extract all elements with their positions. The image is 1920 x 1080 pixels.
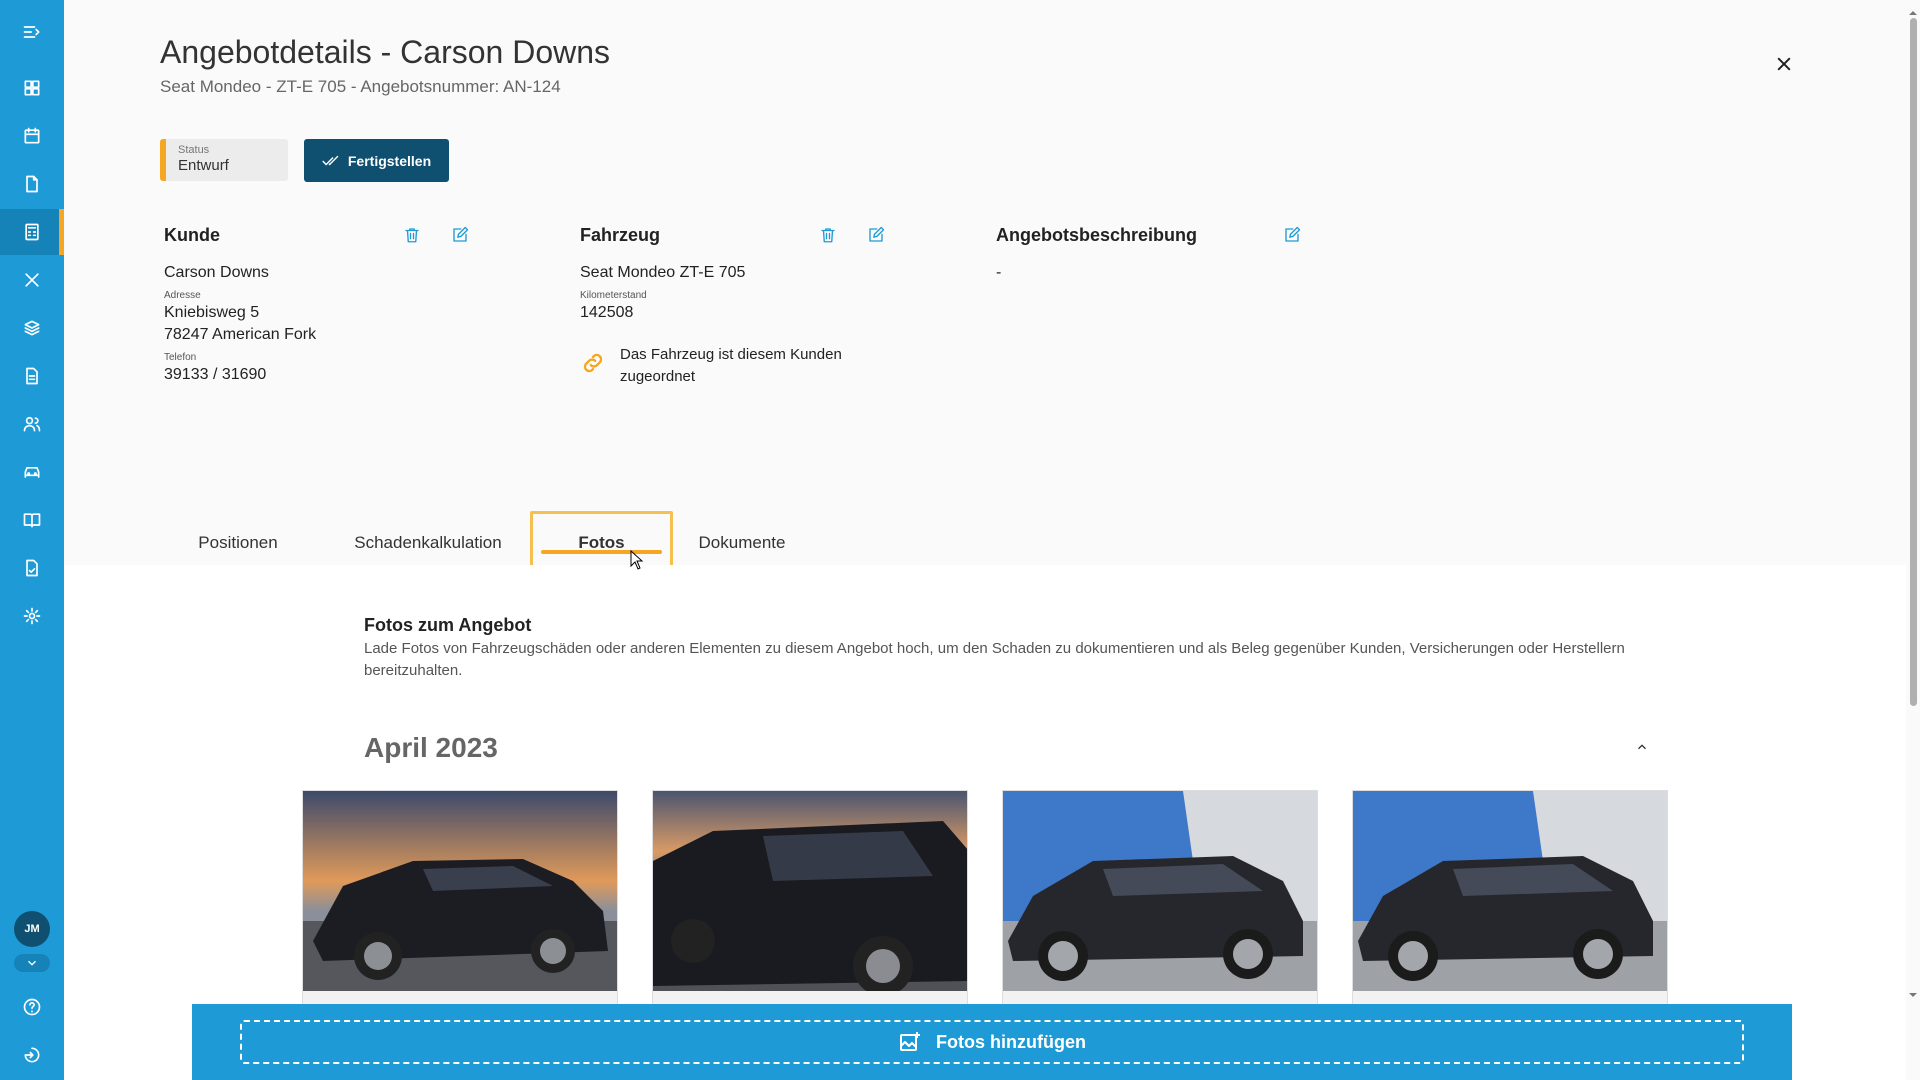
car-icon xyxy=(24,467,40,478)
photo-thumbnail[interactable] xyxy=(1002,790,1318,1010)
photos-panel: Fotos zum Angebot Lade Fotos von Fahrzeu… xyxy=(64,565,1914,1080)
user-menu-toggle[interactable] xyxy=(14,954,50,972)
sidebar-item-customers[interactable] xyxy=(0,401,64,447)
vehicle-title: Fahrzeug xyxy=(580,224,661,245)
add-image-icon xyxy=(900,1032,921,1051)
vehicle-link-note: Das Fahrzeug ist diesem Kunden zugeordne… xyxy=(580,344,900,388)
edit-icon xyxy=(869,226,885,242)
customer-card: Kunde Carson Downs Adresse Kniebisweg 5 … xyxy=(164,222,484,386)
sidebar: JM xyxy=(0,0,64,1080)
add-photos-bar: Fotos hinzufügen xyxy=(192,1004,1792,1080)
sidebar-item-calendar[interactable] xyxy=(0,113,64,159)
sidebar-toggle-icon[interactable] xyxy=(0,9,64,55)
help-icon xyxy=(23,998,41,1016)
users-icon xyxy=(23,416,41,432)
car-photo-image xyxy=(1003,791,1317,991)
vehicle-mileage: 142508 xyxy=(580,304,634,321)
photos-section-title: Fotos zum Angebot xyxy=(364,615,532,635)
trash-icon xyxy=(821,228,835,243)
photo-thumbnail[interactable] xyxy=(1352,790,1668,1010)
gear-icon xyxy=(23,607,41,625)
mileage-label: Kilometerstand xyxy=(580,290,647,301)
edit-icon xyxy=(1285,226,1301,242)
close-button[interactable] xyxy=(1770,50,1798,78)
scroll-down-arrow[interactable] xyxy=(1909,986,1917,997)
photos-section-description: Lade Fotos von Fahrzeugschäden oder ande… xyxy=(364,640,1625,679)
book-icon xyxy=(23,513,41,528)
car-photo-image xyxy=(1353,791,1667,991)
calculator-icon xyxy=(25,223,39,241)
report-icon xyxy=(26,559,38,577)
address-label: Adresse xyxy=(164,290,201,301)
delete-vehicle-button[interactable] xyxy=(818,225,838,245)
chevron-up-icon xyxy=(1638,744,1646,750)
sidebar-item-offers[interactable] xyxy=(0,209,64,255)
edit-customer-button[interactable] xyxy=(450,225,470,245)
vehicle-link-text: Das Fahrzeug ist diesem Kunden zugeordne… xyxy=(620,346,842,385)
sidebar-item-invoices[interactable] xyxy=(0,353,64,399)
description-value: - xyxy=(996,264,1002,281)
status-value: Entwurf xyxy=(178,157,229,174)
close-icon xyxy=(1777,57,1791,71)
add-photos-button[interactable]: Fotos hinzufügen xyxy=(240,1020,1744,1064)
sidebar-item-catalog[interactable] xyxy=(0,497,64,543)
collapse-month-button[interactable] xyxy=(1635,740,1651,756)
chevron-down-icon xyxy=(28,960,36,966)
delete-customer-button[interactable] xyxy=(402,225,422,245)
scroll-thumb[interactable] xyxy=(1910,18,1917,706)
phone-label: Telefon xyxy=(164,352,197,363)
double-check-icon xyxy=(322,155,339,165)
sidebar-item-reports[interactable] xyxy=(0,545,64,591)
help-button[interactable] xyxy=(0,984,64,1030)
finish-button[interactable]: Fertigstellen xyxy=(304,139,449,182)
page-subtitle: Seat Mondeo - ZT-E 705 - Angebotsnummer:… xyxy=(160,77,561,96)
customer-title: Kunde xyxy=(164,224,220,245)
customer-street: Kniebisweg 5 xyxy=(164,304,260,321)
status-badge: Status Entwurf xyxy=(160,139,288,181)
customer-city: 78247 American Fork xyxy=(164,326,317,343)
vehicle-name: Seat Mondeo ZT-E 705 xyxy=(580,264,746,281)
logout-icon xyxy=(24,1047,40,1063)
user-avatar[interactable]: JM xyxy=(14,911,50,947)
logout-button[interactable] xyxy=(0,1032,64,1078)
sidebar-item-tools[interactable] xyxy=(0,257,64,303)
sidebar-item-vehicles[interactable] xyxy=(0,449,64,495)
sidebar-item-settings[interactable] xyxy=(0,593,64,639)
link-icon xyxy=(583,353,603,373)
car-photo-image xyxy=(303,791,617,991)
tools-icon xyxy=(25,273,39,287)
document-icon xyxy=(26,175,38,193)
car-photo-image xyxy=(653,791,967,991)
vehicle-card: Fahrzeug Seat Mondeo ZT-E 705 Kilometers… xyxy=(580,222,900,388)
sidebar-item-documents[interactable] xyxy=(0,161,64,207)
edit-icon xyxy=(453,226,469,242)
calendar-icon xyxy=(24,127,40,144)
page-scrollbar[interactable] xyxy=(1906,0,1920,1080)
customer-name: Carson Downs xyxy=(164,264,269,281)
photo-thumbnail[interactable] xyxy=(652,790,968,1010)
description-title: Angebotsbeschreibung xyxy=(996,224,1198,245)
photo-thumbnail[interactable] xyxy=(302,790,618,1010)
status-label: Status xyxy=(178,144,210,156)
month-group-title: April 2023 xyxy=(364,732,498,763)
dashboard-icon xyxy=(24,80,40,96)
edit-vehicle-button[interactable] xyxy=(866,225,886,245)
add-photos-label: Fotos hinzufügen xyxy=(936,1031,1086,1052)
description-card: Angebotsbeschreibung - xyxy=(996,222,1316,284)
sidebar-item-layers[interactable] xyxy=(0,305,64,351)
customer-phone: 39133 / 31690 xyxy=(164,366,267,383)
mouse-cursor-icon xyxy=(630,550,644,570)
sidebar-item-dashboard[interactable] xyxy=(0,65,64,111)
layers-icon xyxy=(24,320,40,336)
scroll-up-arrow[interactable] xyxy=(1909,4,1917,15)
finish-button-label: Fertigstellen xyxy=(347,152,432,169)
invoice-icon xyxy=(26,367,38,385)
edit-description-button[interactable] xyxy=(1282,225,1302,245)
page-title: Angebotdetails - Carson Downs xyxy=(160,34,611,70)
trash-icon xyxy=(405,228,419,243)
